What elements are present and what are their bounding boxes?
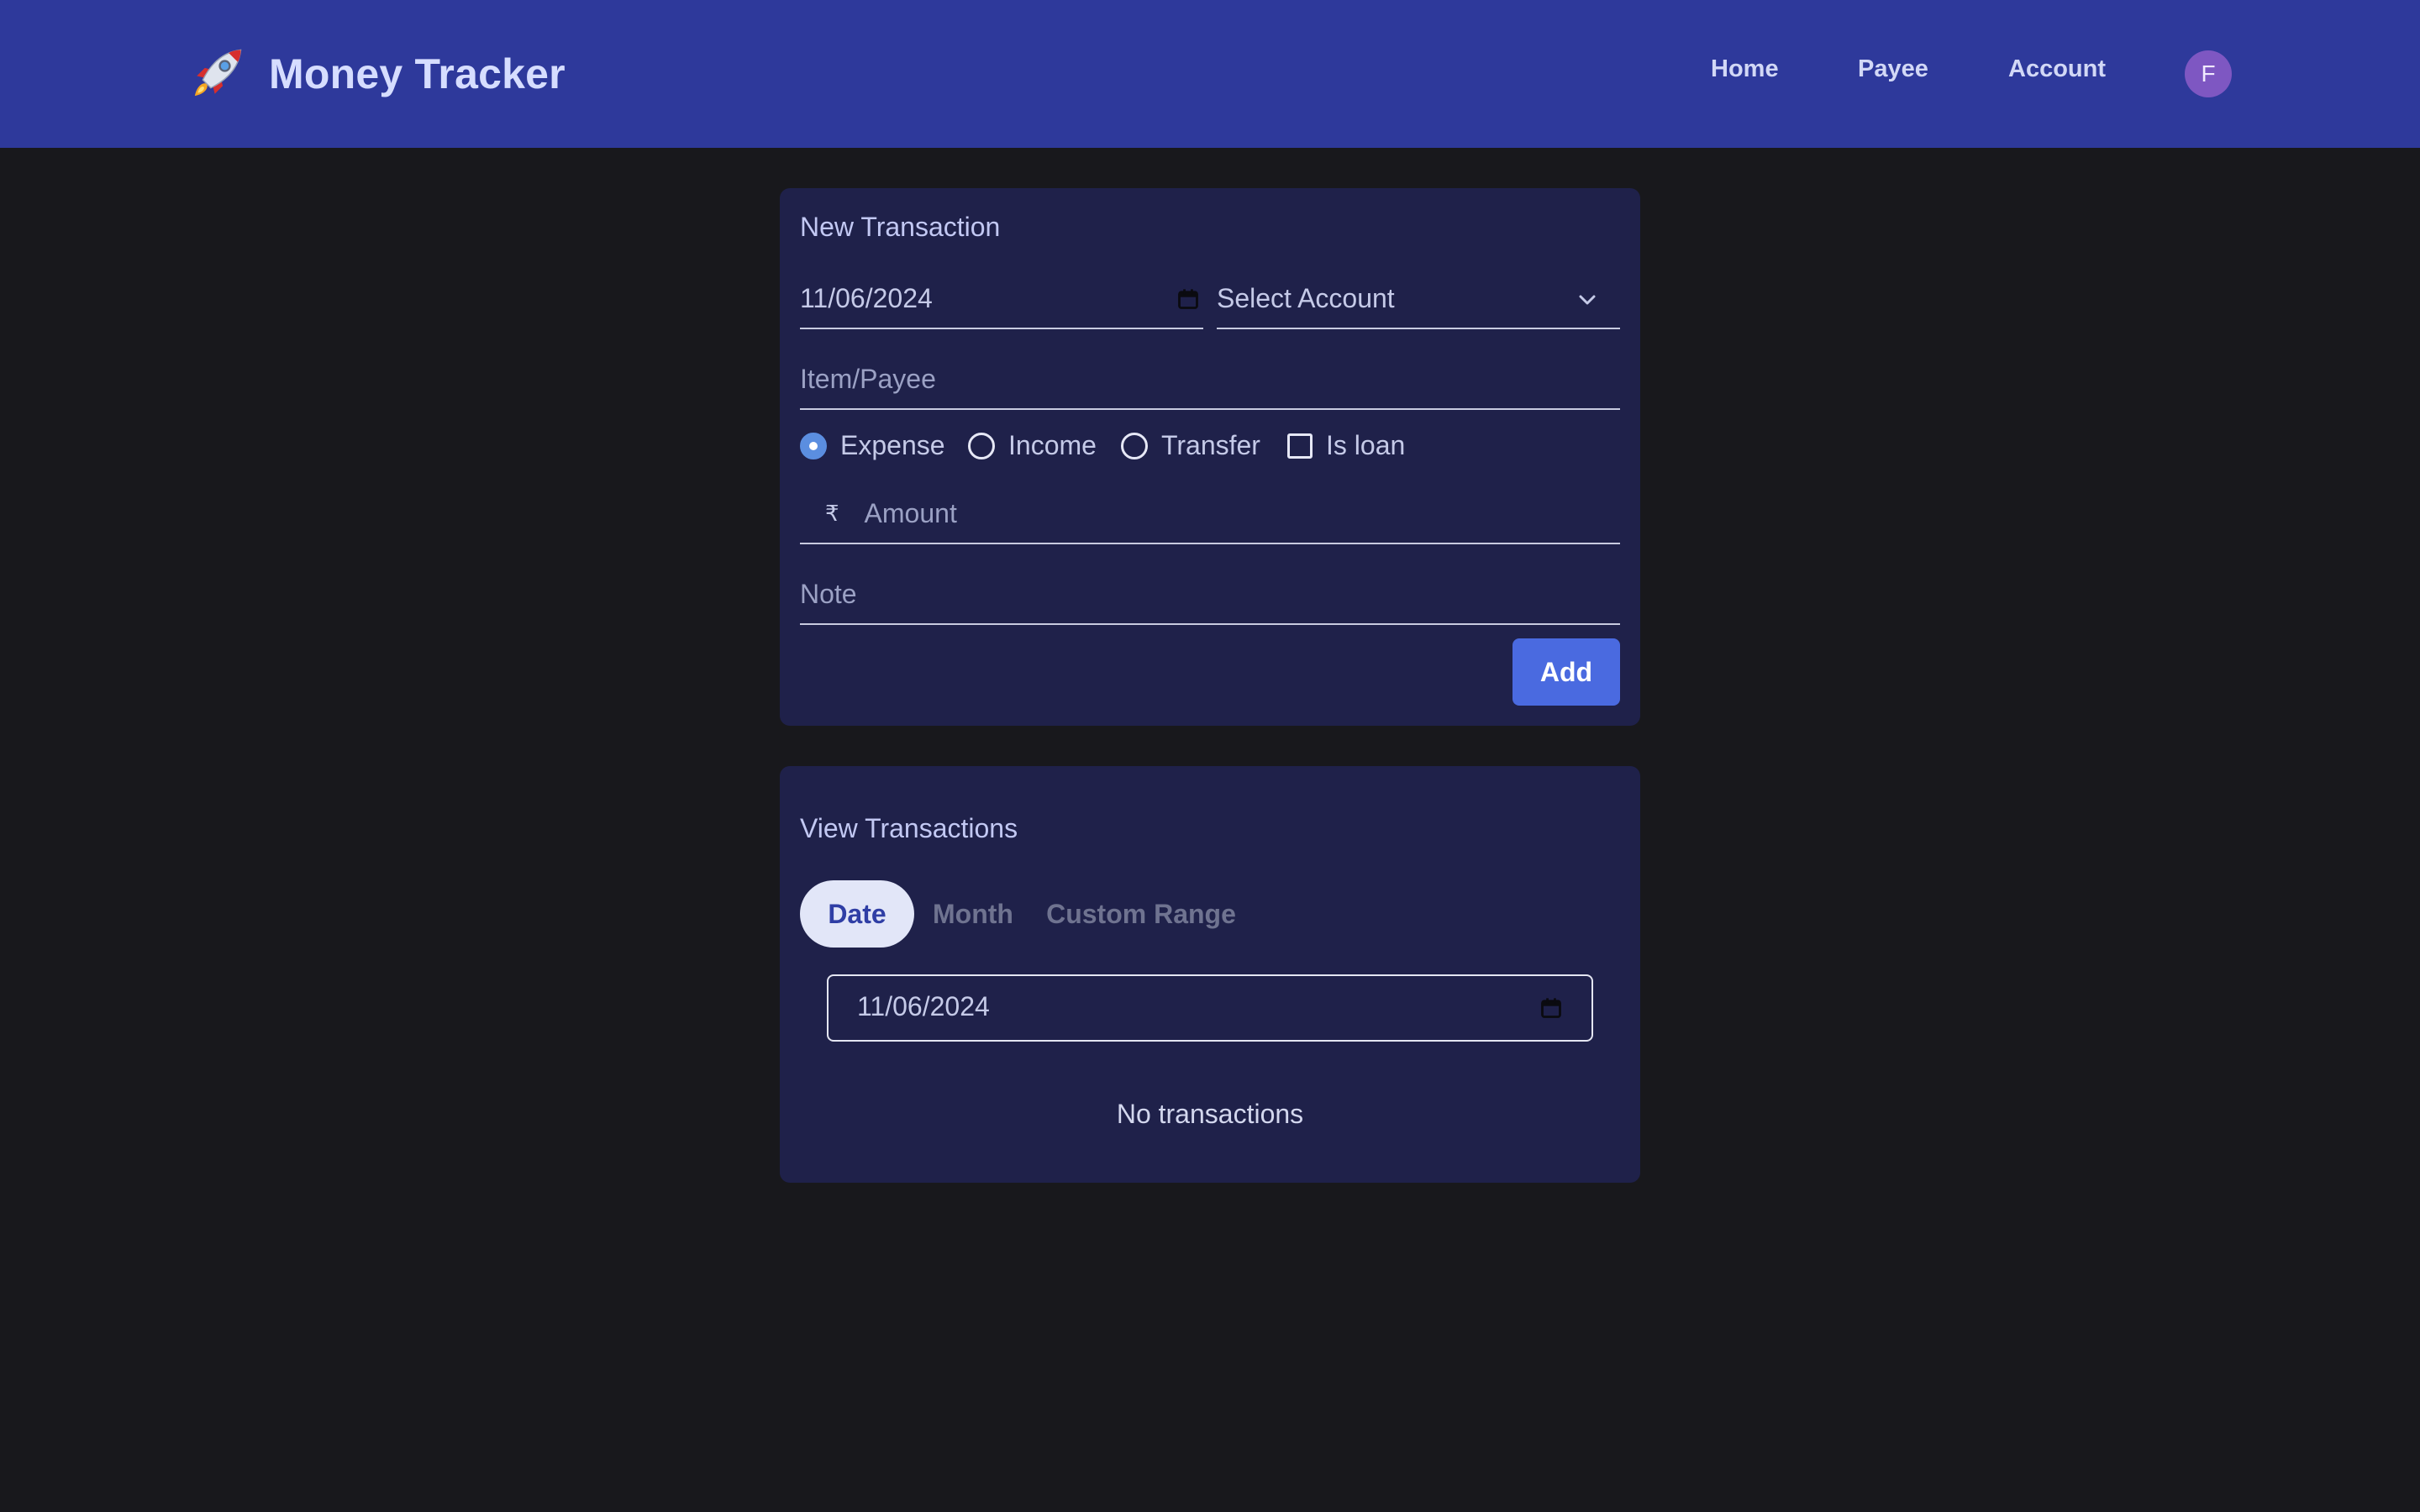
income-label: Income <box>1008 430 1097 460</box>
income-radio-option[interactable]: Income <box>968 430 1097 461</box>
view-date-input[interactable]: 11/06/2024 <box>827 974 1593 1042</box>
no-transactions-message: No transactions <box>1116 1099 1304 1129</box>
expense-radio-option[interactable]: Expense <box>800 430 945 461</box>
tab-custom-range[interactable]: Custom Range <box>1032 880 1250 948</box>
is-loan-option[interactable]: Is loan <box>1287 430 1405 461</box>
nav-payee-link[interactable]: Payee <box>1858 55 1928 83</box>
nav-home-link[interactable]: Home <box>1711 55 1779 83</box>
note-placeholder: Note <box>800 578 857 609</box>
amount-input[interactable]: ₹ Amount <box>800 484 1620 544</box>
is-loan-checkbox[interactable] <box>1287 433 1313 459</box>
account-select-placeholder: Select Account <box>1217 282 1395 313</box>
add-button[interactable]: Add <box>1512 638 1620 706</box>
new-transaction-title: New Transaction <box>800 212 1001 242</box>
view-transactions-title: View Transactions <box>800 813 1018 843</box>
account-select[interactable]: Select Account <box>1217 269 1620 329</box>
expense-radio[interactable] <box>800 432 827 459</box>
rocket-icon <box>185 42 249 106</box>
app-title: Money Tracker <box>269 50 566 97</box>
avatar-initial: F <box>2201 60 2216 87</box>
brand[interactable]: Money Tracker <box>185 40 566 108</box>
view-date-value: 11/06/2024 <box>857 991 990 1021</box>
is-loan-label: Is loan <box>1326 430 1406 460</box>
user-avatar[interactable]: F <box>2185 50 2232 97</box>
transaction-date-value: 11/06/2024 <box>800 282 933 313</box>
note-input[interactable]: Note <box>800 564 1620 625</box>
income-radio[interactable] <box>968 432 995 459</box>
new-transaction-card: New Transaction 11/06/2024 Select Accoun… <box>780 188 1640 726</box>
transfer-radio[interactable] <box>1121 432 1148 459</box>
transfer-label: Transfer <box>1161 430 1260 460</box>
tab-date[interactable]: Date <box>800 880 914 948</box>
amount-placeholder: Amount <box>864 497 957 528</box>
nav-account-link[interactable]: Account <box>2008 55 2106 83</box>
tab-month[interactable]: Month <box>921 880 1025 948</box>
item-payee-input[interactable]: Item/Payee <box>800 349 1620 410</box>
transaction-date-input[interactable]: 11/06/2024 <box>800 269 1203 329</box>
expense-label: Expense <box>840 430 945 460</box>
rupee-icon: ₹ <box>825 500 839 526</box>
item-payee-placeholder: Item/Payee <box>800 363 936 394</box>
top-app-bar: Money Tracker Home Payee Account F <box>0 0 2420 148</box>
view-transactions-card: View Transactions Date Month Custom Rang… <box>780 766 1640 1183</box>
transfer-radio-option[interactable]: Transfer <box>1121 430 1260 461</box>
